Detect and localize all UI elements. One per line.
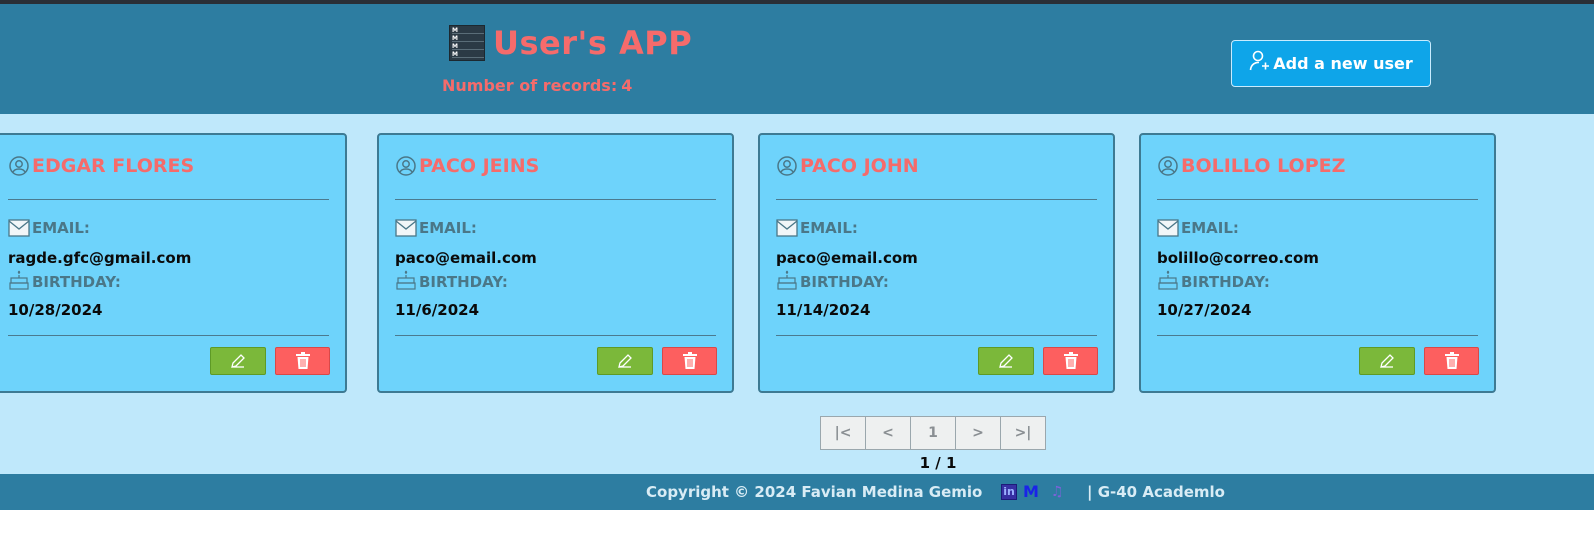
delete-button[interactable]	[275, 347, 330, 375]
trash-icon	[1063, 352, 1078, 369]
envelope-icon	[8, 219, 30, 237]
edit-button[interactable]	[597, 347, 653, 375]
divider	[1157, 335, 1478, 336]
user-card: BOLILLO LOPEZ EMAIL: bolillo@correo.com …	[1139, 133, 1496, 393]
birthday-value: 10/27/2024	[1157, 301, 1252, 319]
add-user-icon	[1249, 50, 1270, 70]
cake-icon	[9, 270, 29, 290]
birthday-label: BIRTHDAY:	[8, 269, 121, 291]
academy-text: | G-40 Academlo	[1087, 483, 1225, 501]
cake-icon	[777, 270, 797, 290]
trash-icon	[295, 352, 310, 369]
records-label: Number of records:	[442, 76, 618, 95]
next-page-button[interactable]: >	[955, 416, 1001, 450]
user-name: PACO JEINS	[395, 155, 539, 177]
page-title: User's APP	[493, 24, 693, 62]
user-circle-icon	[777, 156, 797, 176]
email-label: EMAIL:	[776, 219, 858, 237]
envelope-icon	[395, 219, 417, 237]
footer: Copyright © 2024 Favian Medina Gemio in …	[0, 474, 1594, 510]
birthday-label: BIRTHDAY:	[776, 269, 889, 291]
user-card: PACO JEINS EMAIL: paco@email.com BIRTHDA…	[377, 133, 734, 393]
cake-icon	[1158, 270, 1178, 290]
email-value: paco@email.com	[395, 249, 537, 267]
divider	[776, 335, 1097, 336]
divider	[8, 335, 329, 336]
delete-button[interactable]	[662, 347, 717, 375]
add-user-button[interactable]: Add a new user	[1231, 40, 1431, 87]
music-note-icon[interactable]: ♫	[1051, 484, 1065, 500]
envelope-icon	[776, 219, 798, 237]
birthday-label: BIRTHDAY:	[395, 269, 508, 291]
linkedin-icon[interactable]: in	[1001, 483, 1017, 500]
birthday-label: BIRTHDAY:	[1157, 269, 1270, 291]
pencil-icon	[999, 354, 1013, 368]
prev-page-button[interactable]: <	[865, 416, 911, 450]
user-name: EDGAR FLORES	[8, 155, 194, 177]
edit-button[interactable]	[1359, 347, 1415, 375]
copyright-text: Copyright © 2024 Favian Medina Gemio	[646, 483, 983, 501]
user-card: PACO JOHN EMAIL: paco@email.com BIRTHDAY…	[758, 133, 1115, 393]
user-circle-icon	[396, 156, 416, 176]
add-user-label: Add a new user	[1273, 54, 1413, 73]
divider	[776, 199, 1097, 200]
email-label: EMAIL:	[8, 219, 90, 237]
divider	[1157, 199, 1478, 200]
users-list: EDGAR FLORES EMAIL: ragde.gfc@gmail.com …	[0, 114, 1594, 474]
first-page-button[interactable]: |<	[820, 416, 866, 450]
delete-button[interactable]	[1424, 347, 1479, 375]
user-circle-icon	[9, 156, 29, 176]
edit-button[interactable]	[978, 347, 1034, 375]
divider	[8, 199, 329, 200]
medium-icon[interactable]: M	[1023, 482, 1039, 501]
trash-icon	[682, 352, 697, 369]
birthday-value: 11/14/2024	[776, 301, 871, 319]
records-counter: Number of records: 4	[442, 76, 632, 95]
database-list-icon: MMMM	[449, 25, 485, 61]
edit-button[interactable]	[210, 347, 266, 375]
user-name: PACO JOHN	[776, 155, 919, 177]
user-card: EDGAR FLORES EMAIL: ragde.gfc@gmail.com …	[0, 133, 347, 393]
app-title: MMMM User's APP	[449, 24, 692, 62]
email-label: EMAIL:	[1157, 219, 1239, 237]
page-status: 1 / 1	[919, 454, 957, 472]
email-label: EMAIL:	[395, 219, 477, 237]
user-name: BOLILLO LOPEZ	[1157, 155, 1345, 177]
last-page-button[interactable]: >|	[1000, 416, 1046, 450]
divider	[395, 335, 716, 336]
records-count: 4	[621, 76, 633, 95]
app-header: MMMM User's APP Number of records: 4 Add …	[0, 4, 1594, 114]
email-value: paco@email.com	[776, 249, 918, 267]
user-circle-icon	[1158, 156, 1178, 176]
cake-icon	[396, 270, 416, 290]
birthday-value: 10/28/2024	[8, 301, 103, 319]
pagination: |< < 1 > >|	[820, 416, 1046, 450]
divider	[395, 199, 716, 200]
email-value: bolillo@correo.com	[1157, 249, 1319, 267]
trash-icon	[1444, 352, 1459, 369]
pencil-icon	[231, 354, 245, 368]
delete-button[interactable]	[1043, 347, 1098, 375]
email-value: ragde.gfc@gmail.com	[8, 249, 192, 267]
pencil-icon	[1380, 354, 1394, 368]
page-1-button[interactable]: 1	[910, 416, 956, 450]
envelope-icon	[1157, 219, 1179, 237]
social-links: in M ♫	[1001, 482, 1065, 501]
pencil-icon	[618, 354, 632, 368]
birthday-value: 11/6/2024	[395, 301, 480, 319]
